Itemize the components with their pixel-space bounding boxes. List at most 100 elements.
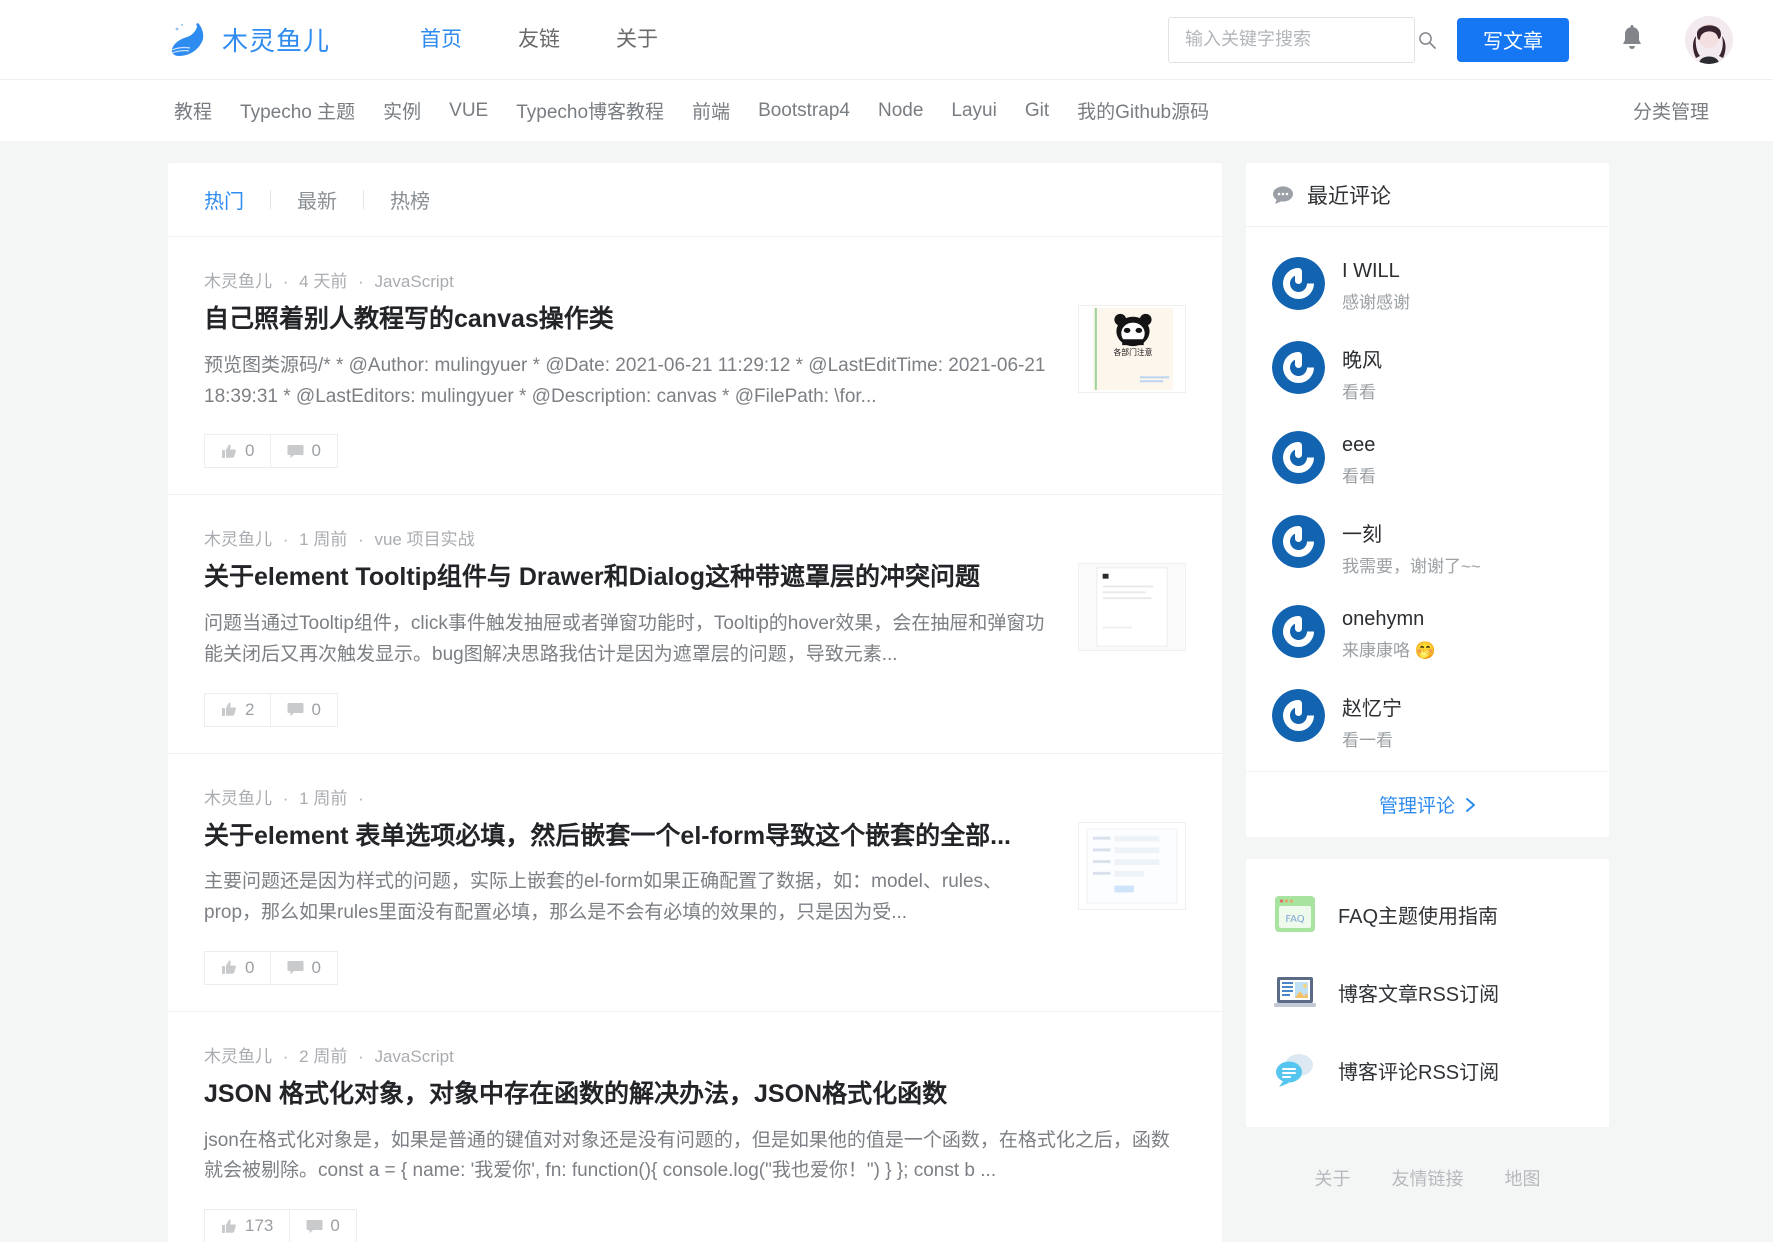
site-brand[interactable]: 木灵鱼儿 xyxy=(168,20,330,60)
article-item[interactable]: 木灵鱼儿 · 1 周前 · vue 项目实战 关于element Tooltip… xyxy=(168,495,1222,754)
manage-comments-link[interactable]: 管理评论 xyxy=(1379,791,1476,818)
comment-button[interactable]: 0 xyxy=(290,1209,357,1242)
like-button[interactable]: 0 xyxy=(204,950,272,985)
article-list-panel: 热门 最新 热榜 木灵鱼儿 · 4 天前 · JavaScript 自己照着别人… xyxy=(168,163,1222,1242)
article-content: 木灵鱼儿 · 4 天前 · JavaScript 自己照着别人教程写的canva… xyxy=(204,267,1056,469)
article-excerpt: 问题当通过Tooltip组件，click事件触发抽屉或者弹窗功能时，Toolti… xyxy=(204,613,1045,665)
bell-icon[interactable] xyxy=(1619,25,1645,54)
comment-author: onehymn xyxy=(1342,608,1425,630)
nav-item-home[interactable]: 首页 xyxy=(392,0,490,79)
category-item-5[interactable]: 前端 xyxy=(678,97,744,124)
comment-icon xyxy=(287,961,304,975)
article-category[interactable]: JavaScript xyxy=(374,272,453,291)
speech-bubble-icon xyxy=(1273,185,1293,204)
like-button[interactable]: 173 xyxy=(204,1209,291,1242)
category-item-10[interactable]: 我的Github源码 xyxy=(1063,97,1223,124)
article-item[interactable]: 木灵鱼儿 · 1 周前 · 关于element 表单选项必填，然后嵌套一个el-… xyxy=(168,754,1222,1012)
comment-icon xyxy=(287,703,304,717)
article-meta: 木灵鱼儿 · 1 周前 · xyxy=(204,784,1056,809)
meta-separator: · xyxy=(358,1046,364,1066)
footer-link-map[interactable]: 地图 xyxy=(1505,1169,1541,1189)
link-item-comment-rss[interactable]: 博客评论RSS订阅 xyxy=(1246,1031,1609,1109)
footer-link-friends[interactable]: 友情链接 xyxy=(1392,1169,1464,1189)
faq-window-icon: FAQ xyxy=(1275,896,1315,932)
article-time: 1 周前 xyxy=(299,530,348,550)
category-item-8[interactable]: Layui xyxy=(937,100,1010,122)
article-item[interactable]: 木灵鱼儿 · 4 天前 · JavaScript 自己照着别人教程写的canva… xyxy=(168,237,1222,496)
article-excerpt: 主要问题还是因为样式的问题，实际上嵌套的el-form如果正确配置了数据，如：m… xyxy=(204,871,1003,924)
comment-item[interactable]: 一刻 我需要，谢谢了~~ xyxy=(1246,501,1609,591)
footer-links: 关于 友情链接 地图 xyxy=(1246,1149,1609,1191)
category-item-7[interactable]: Node xyxy=(864,100,937,122)
category-item-0[interactable]: 教程 xyxy=(160,97,226,124)
article-content: 木灵鱼儿 · 2 周前 · JavaScript JSON 格式化对象，对象中存… xyxy=(204,1042,1186,1242)
comment-item[interactable]: I WILL 感谢感谢 xyxy=(1246,243,1609,327)
comment-item[interactable]: 晚风 看看 xyxy=(1246,327,1609,417)
article-actions: 2 0 xyxy=(204,692,1056,727)
svg-text:FAQ: FAQ xyxy=(1285,914,1304,925)
category-item-9[interactable]: Git xyxy=(1011,100,1063,122)
category-item-3[interactable]: VUE xyxy=(435,100,502,122)
category-item-1[interactable]: Typecho 主题 xyxy=(226,97,369,124)
tab-newest[interactable]: 最新 xyxy=(271,185,363,214)
category-item-6[interactable]: Bootstrap4 xyxy=(744,100,864,122)
comment-item[interactable]: eee 看看 xyxy=(1246,417,1609,501)
gravatar-icon xyxy=(1272,689,1325,742)
like-count: 173 xyxy=(245,1216,274,1236)
category-manage-link[interactable]: 分类管理 xyxy=(1619,97,1733,124)
comment-icon xyxy=(287,444,304,458)
comment-count: 0 xyxy=(311,441,321,461)
comment-item[interactable]: onehymn 来康康咯 🤭 xyxy=(1246,591,1609,675)
avatar-image xyxy=(1685,15,1733,64)
tab-hot[interactable]: 热门 xyxy=(204,185,270,214)
article-title[interactable]: 关于element Tooltip组件与 Drawer和Dialog这种带遮罩层… xyxy=(204,561,1056,595)
article-title[interactable]: 关于element 表单选项必填，然后嵌套一个el-form导致这个嵌套的全部.… xyxy=(204,820,1056,854)
link-item-faq[interactable]: FAQ FAQ主题使用指南 xyxy=(1246,875,1609,953)
article-time: 4 天前 xyxy=(299,272,348,291)
comment-button[interactable]: 0 xyxy=(271,950,338,985)
meta-separator: · xyxy=(358,272,364,291)
article-category[interactable]: vue 项目实战 xyxy=(374,530,474,549)
comment-text-group: onehymn 来康康咯 🤭 xyxy=(1342,605,1436,661)
comment-item[interactable]: 赵忆宁 看一看 xyxy=(1246,675,1609,765)
article-title[interactable]: JSON 格式化对象，对象中存在函数的解决办法，JSON格式化函数 xyxy=(204,1078,1186,1112)
category-item-4[interactable]: Typecho博客教程 xyxy=(502,97,678,124)
link-item-article-rss[interactable]: 博客文章RSS订阅 xyxy=(1246,953,1609,1031)
manage-comments-label: 管理评论 xyxy=(1378,796,1455,817)
comment-button[interactable]: 0 xyxy=(271,434,338,469)
nav-item-about[interactable]: 关于 xyxy=(588,0,686,79)
article-thumbnail[interactable] xyxy=(1078,821,1186,910)
thumbs-up-icon xyxy=(222,444,236,458)
search-icon[interactable] xyxy=(1417,30,1437,50)
article-title[interactable]: 自己照着别人教程写的canvas操作类 xyxy=(204,303,1056,337)
avatar[interactable] xyxy=(1685,15,1733,64)
primary-nav: 首页 友链 关于 xyxy=(392,0,686,79)
like-button[interactable]: 0 xyxy=(204,434,272,469)
article-meta: 木灵鱼儿 · 4 天前 · JavaScript xyxy=(204,267,1056,292)
header-actions: 写文章 xyxy=(1168,15,1773,64)
article-sort-tabs: 热门 最新 热榜 xyxy=(168,163,1222,237)
comment-count: 0 xyxy=(330,1216,340,1236)
search-input[interactable] xyxy=(1185,29,1417,50)
article-thumbnail[interactable]: 各部门注意 xyxy=(1078,305,1186,393)
footer-link-about[interactable]: 关于 xyxy=(1314,1169,1350,1189)
category-item-2[interactable]: 实例 xyxy=(369,97,435,124)
article-thumbnail[interactable] xyxy=(1078,563,1186,652)
article-time: 1 周前 xyxy=(299,788,348,808)
article-author: 木灵鱼儿 xyxy=(204,788,272,808)
nav-item-links[interactable]: 友链 xyxy=(490,0,588,79)
write-article-button[interactable]: 写文章 xyxy=(1457,17,1569,62)
like-button[interactable]: 2 xyxy=(204,692,272,727)
recent-comments-title: 最近评论 xyxy=(1307,184,1391,208)
article-actions: 173 0 xyxy=(204,1209,1186,1242)
article-content: 木灵鱼儿 · 1 周前 · vue 项目实战 关于element Tooltip… xyxy=(204,525,1056,727)
comment-button[interactable]: 0 xyxy=(271,692,338,727)
article-category[interactable]: JavaScript xyxy=(374,1047,453,1066)
article-item[interactable]: 木灵鱼儿 · 2 周前 · JavaScript JSON 格式化对象，对象中存… xyxy=(168,1012,1222,1242)
recent-comments-list: I WILL 感谢感谢 晚风 看看 eee 看看 一刻 我需要，谢谢了~~ on… xyxy=(1246,227,1609,771)
brand-name: 木灵鱼儿 xyxy=(222,26,331,56)
tab-ranking[interactable]: 热榜 xyxy=(364,185,456,214)
thumbs-up-icon xyxy=(222,702,236,717)
notifications-button[interactable] xyxy=(1619,25,1645,54)
search-box[interactable] xyxy=(1168,16,1436,63)
